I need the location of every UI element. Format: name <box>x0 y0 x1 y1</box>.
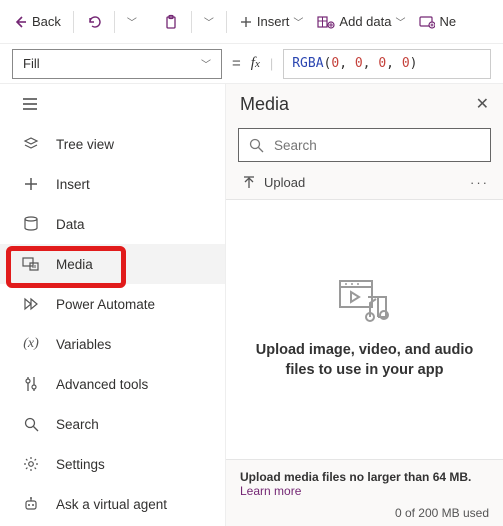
command-bar: Back ﹀ ﹀ Insert ﹀ Add data ﹀ Ne <box>0 0 503 44</box>
media-panel: Media ✕ Upload ··· <box>226 84 503 526</box>
left-nav: Tree view Insert Data Media Power Automa… <box>0 84 226 526</box>
formula-bar: Fill ﹀ = fx | RGBA(0, 0, 0, 0) <box>0 44 503 84</box>
nav-insert[interactable]: Insert <box>0 164 225 204</box>
nav-label: Variables <box>56 337 111 352</box>
undo-dropdown[interactable]: ﹀ <box>121 6 143 38</box>
property-name: Fill <box>23 56 40 71</box>
empty-message: Upload image, video, and audio files to … <box>246 341 483 380</box>
media-search[interactable] <box>238 128 491 162</box>
close-icon[interactable]: ✕ <box>476 94 489 114</box>
add-data-label: Add data <box>339 14 391 29</box>
search-icon <box>22 417 40 432</box>
new-menu[interactable]: Ne <box>413 6 462 38</box>
more-icon[interactable]: ··· <box>470 175 489 190</box>
variable-icon: (x) <box>22 336 40 352</box>
panel-footer: Upload media files no larger than 64 MB.… <box>226 459 503 526</box>
back-label: Back <box>32 14 61 29</box>
database-icon <box>22 216 40 232</box>
nav-label: Power Automate <box>56 297 155 312</box>
separator <box>191 11 192 33</box>
nav-search[interactable]: Search <box>0 404 225 444</box>
flow-icon <box>22 297 40 311</box>
gear-icon <box>22 456 40 472</box>
search-input[interactable] <box>272 137 480 154</box>
footer-text: Upload media files no larger than 64 MB. <box>240 470 489 484</box>
chevron-down-icon: ﹀ <box>395 14 405 29</box>
chevron-down-icon: ﹀ <box>293 14 303 29</box>
nav-label: Tree view <box>56 137 114 152</box>
empty-state: Upload image, video, and audio files to … <box>226 200 503 459</box>
bot-icon <box>22 497 40 512</box>
upload-button[interactable]: Upload <box>242 175 305 190</box>
back-arrow-icon <box>12 14 28 30</box>
nav-advanced-tools[interactable]: Advanced tools <box>0 364 225 404</box>
nav-label: Advanced tools <box>56 377 148 392</box>
nav-label: Data <box>56 217 85 232</box>
plus-icon <box>239 15 253 29</box>
add-data-menu[interactable]: Add data ﹀ <box>311 6 411 38</box>
formula-input[interactable]: RGBA(0, 0, 0, 0) <box>283 49 491 79</box>
nav-label: Ask a virtual agent <box>56 497 167 512</box>
nav-toggle[interactable] <box>0 84 225 124</box>
nav-variables[interactable]: (x) Variables <box>0 324 225 364</box>
insert-label: Insert <box>257 14 290 29</box>
chevron-down-icon: ﹀ <box>201 56 211 71</box>
separator <box>114 11 115 33</box>
data-icon <box>317 15 335 29</box>
upload-label: Upload <box>264 175 305 190</box>
new-screen-icon <box>419 15 435 29</box>
nav-label: Media <box>56 257 93 272</box>
nav-data[interactable]: Data <box>0 204 225 244</box>
usage-text: 0 of 200 MB used <box>240 506 489 520</box>
chevron-down-icon: ﹀ <box>127 14 137 29</box>
layers-icon <box>22 136 40 152</box>
chevron-down-icon: ﹀ <box>204 14 214 29</box>
paste-dropdown[interactable]: ﹀ <box>198 6 220 38</box>
undo-button[interactable] <box>80 6 108 38</box>
media-placeholder-icon <box>338 279 392 323</box>
panel-title: Media <box>240 94 289 115</box>
nav-power-automate[interactable]: Power Automate <box>0 284 225 324</box>
property-selector[interactable]: Fill ﹀ <box>12 49 222 79</box>
tools-icon <box>22 376 40 392</box>
fx-icon[interactable]: fx <box>251 55 260 72</box>
new-label: Ne <box>439 14 456 29</box>
nav-tree-view[interactable]: Tree view <box>0 124 225 164</box>
nav-virtual-agent[interactable]: Ask a virtual agent <box>0 484 225 524</box>
back-button[interactable]: Back <box>6 6 67 38</box>
equals-sign: = <box>232 55 241 72</box>
search-icon <box>249 138 264 153</box>
upload-icon <box>242 176 256 190</box>
insert-menu[interactable]: Insert ﹀ <box>233 6 310 38</box>
separator <box>226 11 227 33</box>
nav-label: Insert <box>56 177 90 192</box>
formula-fn: RGBA <box>292 56 323 71</box>
plus-icon <box>22 177 40 191</box>
nav-label: Search <box>56 417 99 432</box>
paste-button[interactable] <box>157 6 185 38</box>
nav-label: Settings <box>56 457 105 472</box>
separator <box>73 11 74 33</box>
nav-settings[interactable]: Settings <box>0 444 225 484</box>
learn-more-link[interactable]: Learn more <box>240 484 489 498</box>
media-icon <box>22 257 40 271</box>
nav-media[interactable]: Media <box>0 244 225 284</box>
